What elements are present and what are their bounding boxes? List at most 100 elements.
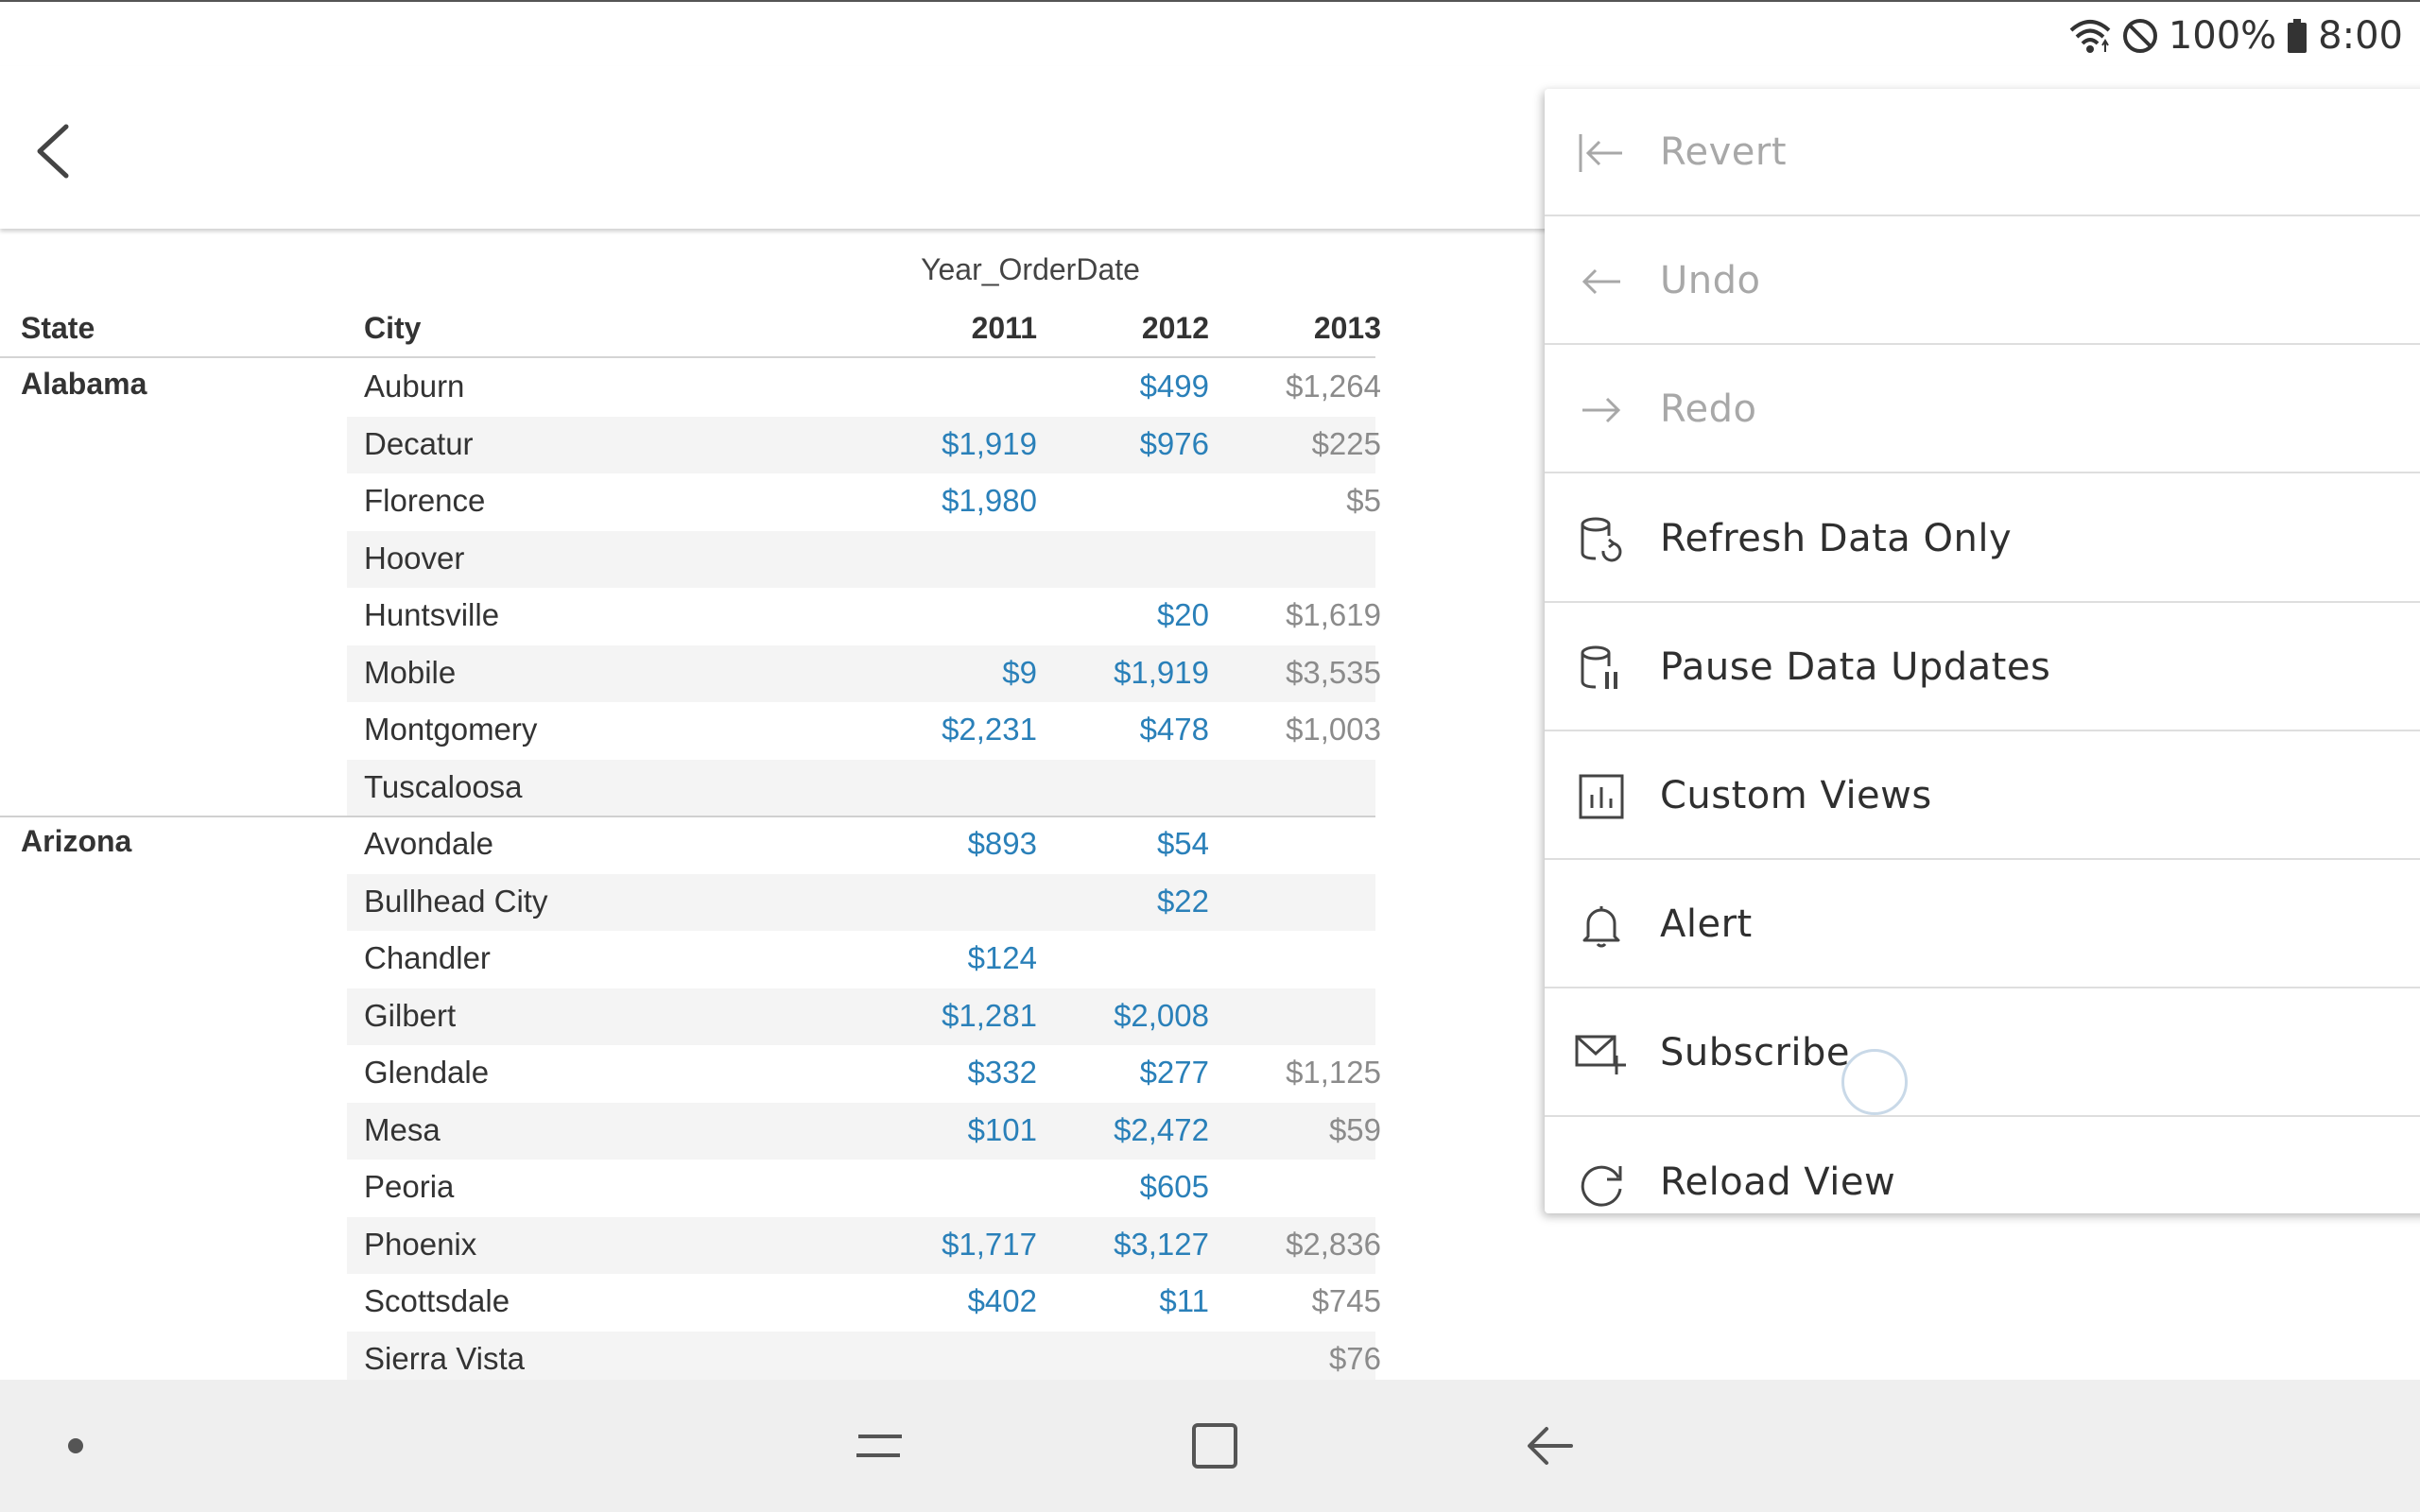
clock: 8:00 — [2318, 14, 2403, 58]
value-cell-2012[interactable]: $20 — [1058, 597, 1209, 633]
value-cell-2012[interactable]: $277 — [1058, 1055, 1209, 1091]
header-2013: 2013 — [1313, 311, 1380, 345]
value-cell-2012[interactable]: $22 — [1058, 884, 1209, 919]
value-cell-2013[interactable]: $1,125 — [1230, 1055, 1380, 1091]
city-cell: Florence — [364, 483, 486, 518]
table-row[interactable]: Florence$1,980$5$12 — [347, 473, 1380, 531]
table-row[interactable]: Montgomery$2,231$478$1,003$10 — [347, 702, 1380, 760]
city-cell: Chandler — [364, 940, 491, 975]
menu-item-reload-view[interactable]: Reload View — [1545, 1119, 2420, 1246]
value-cell-2013[interactable]: $59 — [1230, 1112, 1380, 1148]
value-cell-2011[interactable]: $1,980 — [886, 483, 1037, 519]
value-cell-2013[interactable]: $1,003 — [1230, 712, 1380, 747]
value-cell-2012[interactable]: $976 — [1058, 426, 1209, 462]
value-cell-2011[interactable]: $124 — [886, 940, 1037, 976]
value-cell-2012[interactable]: $478 — [1058, 712, 1209, 747]
menu-item-custom-views[interactable]: Custom Views — [1545, 732, 2420, 860]
status-icons: 100% 8:00 — [2068, 11, 2403, 60]
table-row[interactable]: Glendale$332$277$1,125$1,184 — [347, 1045, 1380, 1103]
value-cell-2013[interactable]: $1,264 — [1230, 369, 1380, 404]
state-label[interactable]: Alabama — [21, 367, 147, 402]
menu-item-refresh-data-only[interactable]: Refresh Data Only — [1545, 475, 2420, 603]
system-nav-bar — [0, 1380, 2420, 1512]
table-row[interactable]: Gilbert$1,281$2,008$883 — [347, 988, 1375, 1045]
column-group-label: Year_OrderDate — [921, 252, 1140, 286]
value-cell-2013[interactable]: $2,836 — [1230, 1227, 1380, 1263]
table-row[interactable]: Scottsdale$402$11$745$308 — [347, 1274, 1380, 1332]
menu-item-label: Revert — [1660, 130, 1788, 174]
value-cell-2011[interactable]: $1,281 — [886, 998, 1037, 1034]
nav-dot-button[interactable] — [47, 1418, 104, 1474]
menu-item-revert[interactable]: Revert — [1545, 89, 2420, 216]
arrow-left-icon — [1528, 1427, 1573, 1465]
menu-item-undo[interactable]: Undo — [1545, 217, 2420, 346]
state-label[interactable]: Arizona — [21, 824, 131, 859]
menu-item-label: Undo — [1660, 259, 1761, 303]
menu-item-label: Reload View — [1660, 1160, 1896, 1204]
city-cell: Bullhead City — [364, 883, 548, 919]
status-bar: 100% 8:00 — [0, 0, 2420, 66]
table-row[interactable]: Avondale $893 $54 — [347, 816, 1375, 874]
custom-views-icon — [1575, 770, 1628, 823]
undo-icon — [1575, 255, 1628, 308]
home-button[interactable] — [1186, 1418, 1243, 1474]
header-city: City — [364, 311, 422, 345]
value-cell-2011[interactable]: $9 — [886, 655, 1037, 691]
value-cell-2012[interactable]: $2,008 — [1058, 998, 1209, 1034]
value-cell-2012[interactable]: $3,127 — [1058, 1227, 1209, 1263]
value-cell-2013[interactable]: $5 — [1230, 483, 1380, 519]
value-cell-2013[interactable]: $225 — [1230, 426, 1380, 462]
value-cell-2013[interactable]: $76 — [1230, 1341, 1380, 1377]
value-cell-2011[interactable]: $402 — [886, 1283, 1037, 1319]
city-cell: Montgomery — [364, 712, 538, 747]
value-cell-2011[interactable]: $1,717 — [886, 1227, 1037, 1263]
home-square-icon — [1192, 1423, 1237, 1469]
city-cell: Avondale — [364, 826, 494, 861]
back-button[interactable] — [28, 113, 85, 189]
menu-item-alert[interactable]: Alert — [1545, 861, 2420, 989]
value-cell-2012[interactable]: $499 — [1058, 369, 1209, 404]
city-cell: Auburn — [364, 369, 465, 404]
pause-data-icon — [1575, 642, 1628, 695]
city-cell: Huntsville — [364, 597, 500, 632]
table-row[interactable]: Auburn$499$1,264$4 — [347, 359, 1380, 417]
value-cell-2013[interactable]: $3,535 — [1230, 655, 1380, 691]
table-row[interactable]: Peoria$605$737 — [347, 1160, 1375, 1217]
value-cell-2011[interactable]: $893 — [886, 826, 1037, 862]
menu-item-pause-data-updates[interactable]: Pause Data Updates — [1545, 604, 2420, 731]
city-cell: Decatur — [364, 425, 474, 461]
value-cell-2012[interactable]: $605 — [1058, 1169, 1209, 1205]
system-back-button[interactable] — [1522, 1418, 1579, 1474]
table-row[interactable]: Tuscaloosa$176 — [347, 759, 1375, 816]
table-row[interactable]: Decatur$1,919$976$225$255 — [347, 416, 1380, 473]
table-row[interactable]: Chandler$124$953 — [347, 931, 1375, 988]
menu-item-subscribe[interactable]: Subscribe — [1545, 989, 2420, 1118]
value-cell-2011[interactable]: $101 — [886, 1112, 1037, 1148]
recent-apps-button[interactable] — [851, 1418, 908, 1474]
redo-icon — [1575, 384, 1628, 437]
value-cell-2011[interactable]: $2,231 — [886, 712, 1037, 747]
table-row[interactable]: Phoenix$1,717$3,127$2,836$3,321 — [347, 1216, 1380, 1274]
touch-indicator — [1841, 1049, 1908, 1115]
city-cell: Phoenix — [364, 1226, 477, 1262]
value-cell-2012[interactable]: $11 — [1058, 1283, 1209, 1319]
value-cell-2012[interactable]: $2,472 — [1058, 1112, 1209, 1148]
menu-item-redo[interactable]: Redo — [1545, 346, 2420, 474]
value-cell-2013[interactable]: $745 — [1230, 1283, 1380, 1319]
value-cell-2011[interactable]: $1,919 — [886, 426, 1037, 462]
table-header: State City 2011 2012 2013 2014 — [0, 307, 1380, 358]
value-cell-2012[interactable]: $54 — [1058, 826, 1209, 862]
value-cell-2013[interactable]: $1,619 — [1230, 597, 1380, 633]
value-cell-2012[interactable]: $1,919 — [1058, 655, 1209, 691]
header-2011: 2011 — [971, 311, 1037, 345]
table-row[interactable]: Huntsville$20$1,619$845 — [347, 588, 1380, 645]
city-cell: Mobile — [364, 654, 457, 690]
table-row[interactable]: Mobile $9 $1,919 $3,535 — [347, 644, 1380, 702]
table-row[interactable]: Sierra Vista $76 — [347, 1331, 1380, 1380]
value-cell-2011[interactable]: $332 — [886, 1055, 1037, 1091]
table-row[interactable]: Bullhead City $22 — [347, 873, 1375, 931]
city-cell: Scottsdale — [364, 1283, 510, 1318]
table-row[interactable]: Hoover$526 — [347, 530, 1375, 588]
reload-icon — [1575, 1157, 1628, 1210]
table-row[interactable]: Mesa$101$2,472$59$1,406 — [347, 1102, 1380, 1160]
